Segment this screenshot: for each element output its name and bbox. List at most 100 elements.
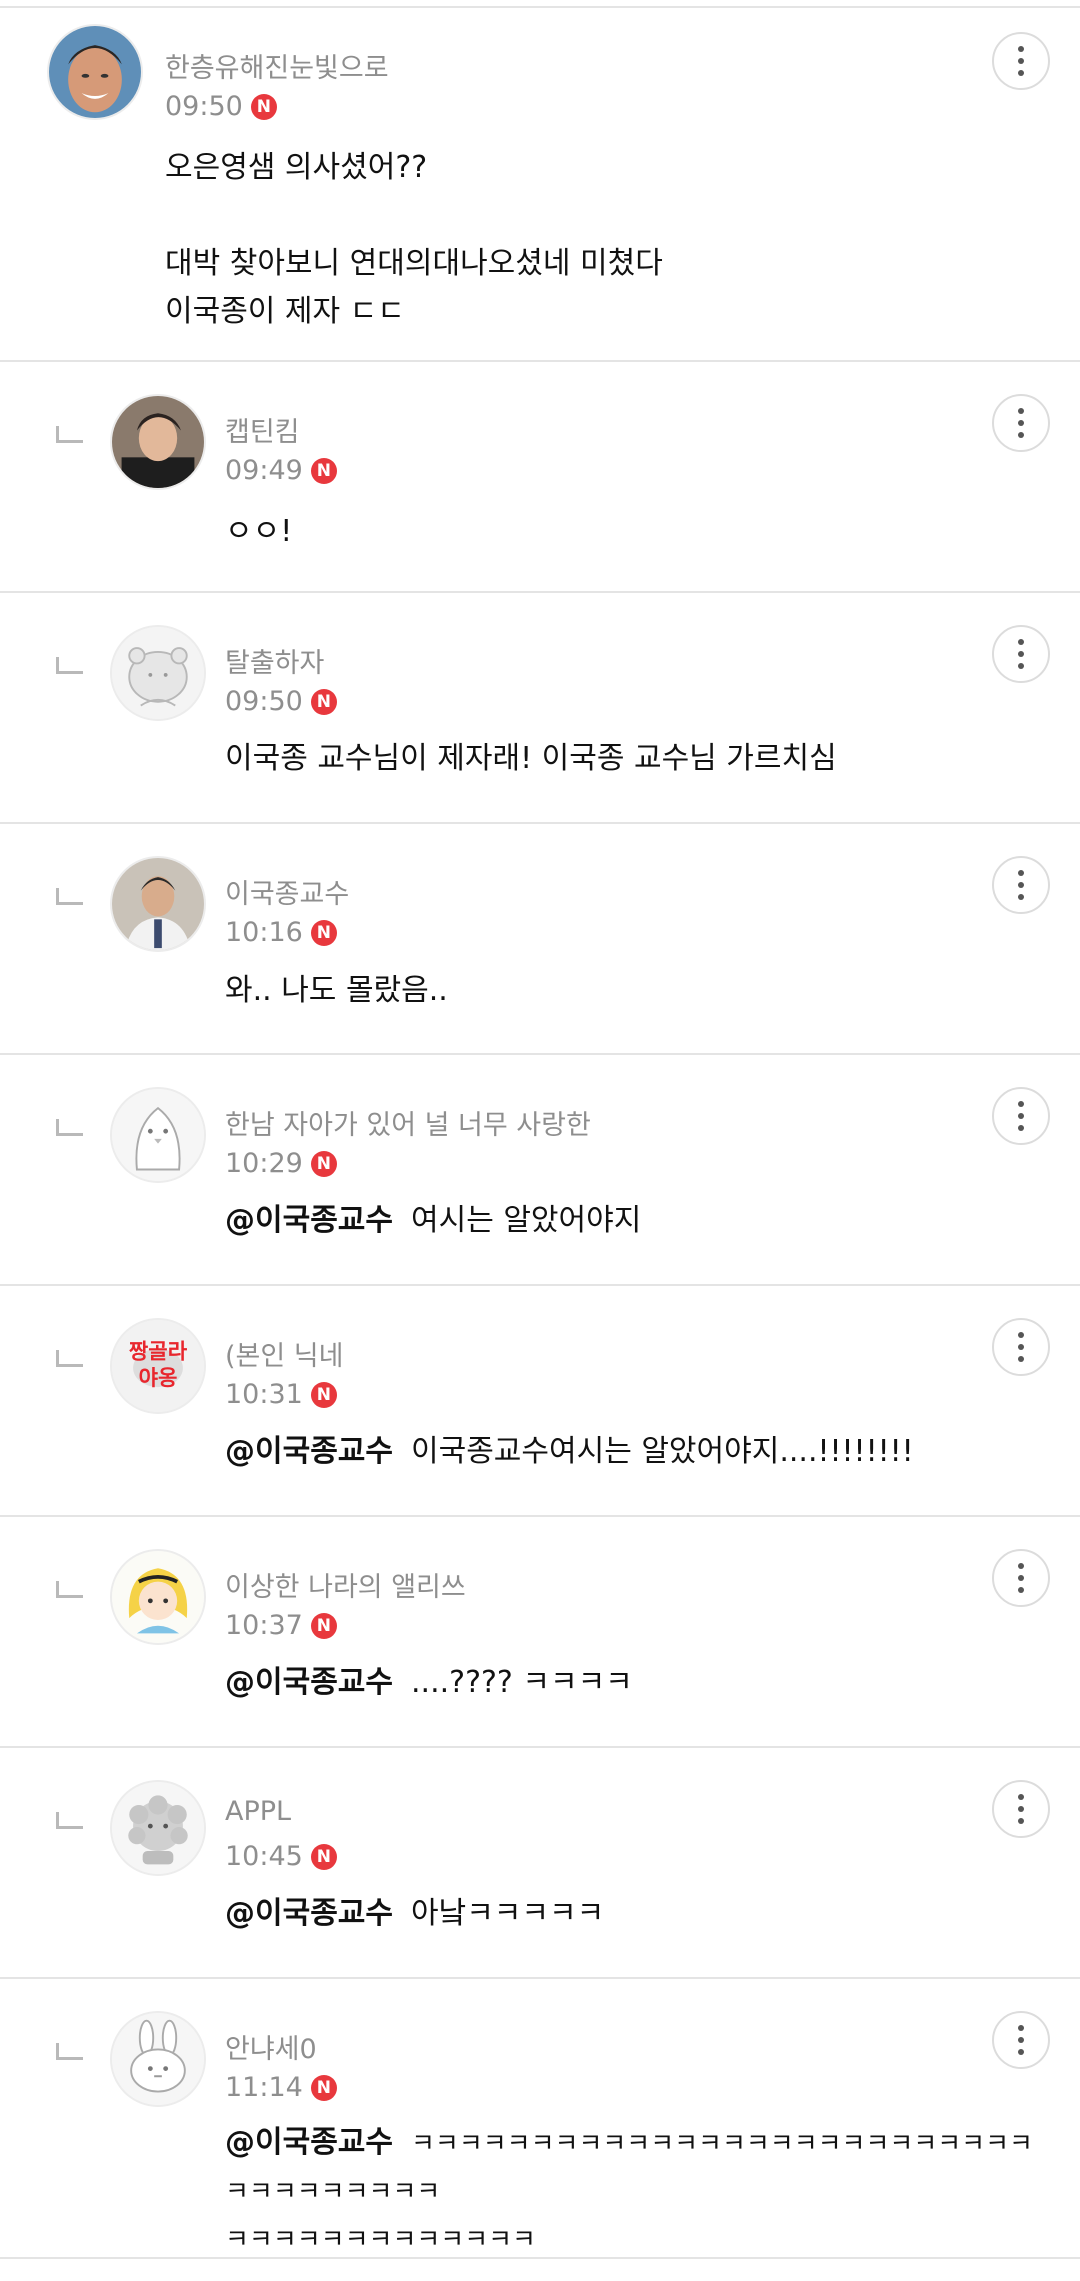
bunny-character-avatar-icon (112, 2013, 204, 2105)
comment-author[interactable]: (본인 닉네 (225, 1334, 343, 1373)
reply-item: 캡틴킴 09:49 N ㅇㅇ! (0, 362, 1080, 593)
new-badge-icon: N (310, 2074, 337, 2101)
mention-link[interactable]: @이국종교수 (225, 2125, 393, 2160)
comment-body: 이국종 교수님이 제자래! 이국종 교수님 가르치심 (225, 741, 837, 776)
comment-meta: 09:49 N (225, 455, 337, 486)
reply-indicator-icon (56, 657, 83, 674)
comment-text: ㅇㅇ! (225, 508, 1040, 556)
comment-meta: 09:50 N (165, 91, 277, 122)
svg-text:야옹: 야옹 (139, 1365, 178, 1390)
reply-indicator-icon (56, 426, 83, 443)
comment-body: ㅇㅇ! (225, 514, 293, 549)
comment-time: 09:50 (225, 686, 303, 717)
avatar[interactable] (110, 1780, 206, 1876)
alice-cartoon-avatar-icon (112, 1551, 204, 1643)
comment-text: 이국종 교수님이 제자래! 이국종 교수님 가르치심 (225, 735, 1040, 783)
comment-body: 이국종교수여시는 알았어야지....!!!!!!!! (411, 1434, 914, 1469)
avatar[interactable] (110, 394, 206, 490)
comment-time: 10:29 (225, 1148, 303, 1179)
avatar[interactable] (110, 1549, 206, 1645)
comment-author[interactable]: APPL (225, 1796, 291, 1827)
avatar[interactable] (110, 2011, 206, 2107)
comment-author[interactable]: 한남 자아가 있어 널 너무 사랑한 (225, 1103, 591, 1142)
reply-item: 이국종교수 10:16 N 와.. 나도 몰랐음.. (0, 824, 1080, 1055)
comment-text: @이국종교수 아낰ㅋㅋㅋㅋㅋ (225, 1890, 1040, 1938)
comment-author[interactable]: 이상한 나라의 앨리쓰 (225, 1565, 466, 1604)
comment-time: 10:37 (225, 1610, 303, 1641)
reply-item: 탈출하자 09:50 N 이국종 교수님이 제자래! 이국종 교수님 가르치심 (0, 593, 1080, 824)
more-options-button[interactable] (992, 1549, 1050, 1607)
reply-item: 한남 자아가 있어 널 너무 사랑한 10:29 N @이국종교수 여시는 알았어… (0, 1055, 1080, 1286)
new-badge-icon: N (310, 1843, 337, 1870)
comment-meta: 11:14 N (225, 2072, 337, 2103)
new-badge-icon: N (310, 688, 337, 715)
comment-author[interactable]: 탈출하자 (225, 641, 324, 680)
avatar[interactable] (110, 856, 206, 952)
reply-item: 짱골라 야옹 (본인 닉네 10:31 N @이국종교수 이국종교수여시는 알았어… (0, 1286, 1080, 1517)
reply-indicator-icon (56, 1812, 83, 1829)
more-options-button[interactable] (992, 2011, 1050, 2069)
mention-link[interactable]: @이국종교수 (225, 1665, 393, 1700)
mention-link[interactable]: @이국종교수 (225, 1434, 393, 1469)
sticker-text-avatar-icon: 짱골라 야옹 (112, 1320, 204, 1412)
comment-text: @이국종교수 여시는 알았어야지 (225, 1197, 1040, 1245)
penguin-character-avatar-icon (112, 1089, 204, 1181)
reply-indicator-icon (56, 888, 83, 905)
reply-item: 안냐세0 11:14 N @이국종교수 ㅋㅋㅋㅋㅋㅋㅋㅋㅋㅋㅋㅋㅋㅋㅋㅋㅋㅋㅋㅋㅋ… (0, 1979, 1080, 2259)
new-badge-icon: N (310, 457, 337, 484)
reply-indicator-icon (56, 1350, 83, 1367)
more-options-button[interactable] (992, 1318, 1050, 1376)
comment-time: 09:49 (225, 455, 303, 486)
photo-doctor-avatar-icon (112, 858, 204, 950)
comment-author[interactable]: 이국종교수 (225, 872, 349, 911)
reply-indicator-icon (56, 2043, 83, 2060)
avatar[interactable] (110, 1087, 206, 1183)
new-badge-icon: N (250, 93, 277, 120)
svg-text:짱골라: 짱골라 (129, 1338, 188, 1363)
comment-time: 10:16 (225, 917, 303, 948)
comment-author[interactable]: 한층유해진눈빛으로 (165, 46, 389, 85)
comment-time: 11:14 (225, 2072, 303, 2103)
new-badge-icon: N (310, 1381, 337, 1408)
comment-text: 오은영샘 의사셨어?? 대박 찾아보니 연대의대나오셨네 미쳤다 이국종이 제자… (165, 144, 1040, 336)
comment-meta: 09:50 N (225, 686, 337, 717)
more-options-button[interactable] (992, 394, 1050, 452)
comment-text: @이국종교수 ....???? ㅋㅋㅋㅋ (225, 1659, 1040, 1707)
comment-body: ....???? ㅋㅋㅋㅋ (411, 1665, 633, 1700)
more-options-button[interactable] (992, 32, 1050, 90)
new-badge-icon: N (310, 1150, 337, 1177)
fluffy-dog-avatar-icon (112, 1782, 204, 1874)
comment-author[interactable]: 캡틴킴 (225, 410, 300, 449)
comment-time: 10:45 (225, 1841, 303, 1872)
more-options-button[interactable] (992, 1087, 1050, 1145)
comment-body: 여시는 알았어야지 (411, 1203, 642, 1238)
more-options-button[interactable] (992, 1780, 1050, 1838)
comment-meta: 10:29 N (225, 1148, 337, 1179)
comment-meta: 10:16 N (225, 917, 337, 948)
photo-man-smiling-avatar-icon (49, 26, 141, 118)
more-options-button[interactable] (992, 625, 1050, 683)
mention-link[interactable]: @이국종교수 (225, 1896, 393, 1931)
reply-indicator-icon (56, 1581, 83, 1598)
avatar[interactable]: 짱골라 야옹 (110, 1318, 206, 1414)
mention-link[interactable]: @이국종교수 (225, 1203, 393, 1238)
comment-text: 와.. 나도 몰랐음.. (225, 967, 1040, 1015)
photo-man-avatar-icon (112, 396, 204, 488)
comment-text: @이국종교수 ㅋㅋㅋㅋㅋㅋㅋㅋㅋㅋㅋㅋㅋㅋㅋㅋㅋㅋㅋㅋㅋㅋㅋㅋㅋㅋㅋㅋㅋㅋㅋㅋㅋㅋ… (225, 2119, 1040, 2264)
comment-time: 09:50 (165, 91, 243, 122)
default-character-avatar-icon (112, 627, 204, 719)
avatar[interactable] (47, 24, 143, 120)
comment-meta: 10:31 N (225, 1379, 337, 1410)
more-options-button[interactable] (992, 856, 1050, 914)
comment-body: 오은영샘 의사셨어?? 대박 찾아보니 연대의대나오셨네 미쳤다 이국종이 제자… (165, 150, 663, 329)
reply-item: APPL 10:45 N @이국종교수 아낰ㅋㅋㅋㅋㅋ (0, 1748, 1080, 1979)
comment-meta: 10:37 N (225, 1610, 337, 1641)
reply-indicator-icon (56, 1119, 83, 1136)
comment-time: 10:31 (225, 1379, 303, 1410)
avatar[interactable] (110, 625, 206, 721)
comment-author[interactable]: 안냐세0 (225, 2027, 317, 2066)
reply-item: 이상한 나라의 앨리쓰 10:37 N @이국종교수 ....???? ㅋㅋㅋㅋ (0, 1517, 1080, 1748)
comment-body: 아낰ㅋㅋㅋㅋㅋ (411, 1896, 605, 1931)
comment-body: 와.. 나도 몰랐음.. (225, 973, 448, 1008)
new-badge-icon: N (310, 919, 337, 946)
